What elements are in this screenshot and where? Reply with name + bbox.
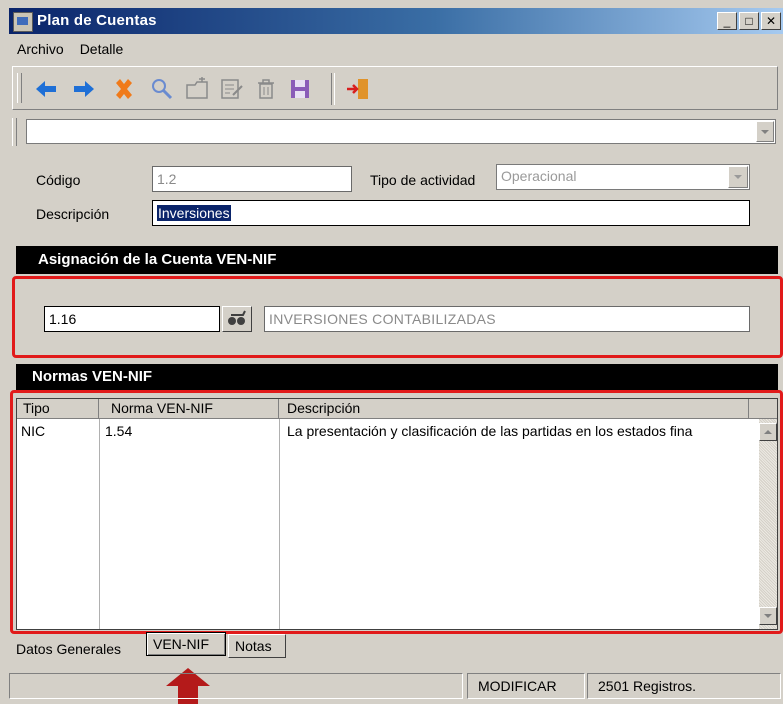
column-divider	[279, 419, 280, 629]
arrow-up-icon	[764, 430, 772, 434]
search-combo-row	[12, 116, 778, 148]
tipo-actividad-value: Operacional	[501, 168, 577, 184]
status-bar: MODIFICAR 2501 Registros.	[9, 670, 783, 702]
app-icon	[13, 12, 33, 32]
close-button[interactable]: ✕	[761, 12, 781, 30]
new-folder-icon[interactable]	[183, 75, 213, 103]
normas-header: Normas VEN-NIF	[16, 364, 778, 390]
column-divider	[99, 419, 100, 629]
descripcion-value: Inversiones	[157, 205, 231, 221]
plan-de-cuentas-window: Plan de Cuentas _ □ ✕ Archivo Detalle Có…	[0, 0, 783, 704]
cuenta-code-field[interactable]: 1.16	[44, 306, 220, 332]
tab-notas[interactable]: Notas	[228, 634, 286, 658]
toolbar-separator	[331, 73, 335, 105]
column-header-filler	[749, 399, 777, 419]
scroll-up-button[interactable]	[759, 423, 777, 441]
menu-detalle[interactable]: Detalle	[80, 38, 124, 60]
normas-table: Tipo Norma VEN-NIF Descripción NIC 1.54 …	[16, 398, 778, 630]
descripcion-field[interactable]: Inversiones	[152, 200, 750, 226]
chevron-down-icon[interactable]	[728, 166, 748, 188]
search-combo[interactable]	[26, 119, 776, 144]
cell-norma: 1.54	[105, 423, 133, 439]
descripcion-label: Descripción	[36, 206, 110, 222]
vertical-scrollbar[interactable]	[759, 419, 777, 629]
tab-datos-generales[interactable]: Datos Generales	[12, 638, 144, 662]
title-bar[interactable]: Plan de Cuentas _ □ ✕	[9, 8, 783, 34]
column-header-descripcion[interactable]: Descripción	[279, 399, 749, 419]
chevron-down-icon[interactable]	[756, 121, 774, 142]
edit-icon[interactable]	[217, 75, 247, 103]
lookup-button[interactable]	[222, 306, 252, 332]
status-records: 2501 Registros.	[587, 673, 781, 699]
cell-descripcion: La presentación y clasificación de las p…	[287, 423, 693, 439]
column-header-tipo[interactable]: Tipo	[17, 399, 99, 419]
delete-x-icon[interactable]	[109, 75, 139, 103]
exit-door-icon[interactable]	[343, 75, 373, 103]
window-controls: _ □ ✕	[717, 12, 781, 30]
trash-icon[interactable]	[251, 75, 281, 103]
tab-ven-nif[interactable]: VEN-NIF	[146, 632, 226, 656]
menu-bar: Archivo Detalle	[9, 38, 123, 60]
cuenta-description-field[interactable]: INVERSIONES CONTABILIZADAS	[264, 306, 750, 332]
asignacion-header: Asignación de la Cuenta VEN-NIF	[16, 246, 778, 274]
forward-arrow-icon[interactable]	[69, 75, 99, 103]
search-icon[interactable]	[147, 75, 177, 103]
column-header-norma[interactable]: Norma VEN-NIF	[99, 399, 279, 419]
tipo-actividad-label: Tipo de actividad	[370, 172, 476, 188]
status-mode: MODIFICAR	[467, 673, 585, 699]
combo-grip[interactable]	[12, 118, 17, 146]
arrow-down-icon	[764, 614, 772, 618]
binoculars-icon	[228, 310, 246, 325]
maximize-button[interactable]: □	[739, 12, 759, 30]
tipo-actividad-select[interactable]: Operacional	[496, 164, 750, 190]
toolbar-grip[interactable]	[17, 73, 22, 103]
status-panel-main	[9, 673, 463, 699]
window-title: Plan de Cuentas	[37, 12, 157, 29]
back-arrow-icon[interactable]	[31, 75, 61, 103]
codigo-label: Código	[36, 172, 81, 188]
save-icon[interactable]	[285, 75, 315, 103]
toolbar	[12, 66, 778, 110]
codigo-field[interactable]: 1.2	[152, 166, 352, 192]
minimize-button[interactable]: _	[717, 12, 737, 30]
menu-archivo[interactable]: Archivo	[17, 38, 64, 60]
cell-tipo: NIC	[21, 423, 46, 439]
scroll-down-button[interactable]	[759, 607, 777, 625]
